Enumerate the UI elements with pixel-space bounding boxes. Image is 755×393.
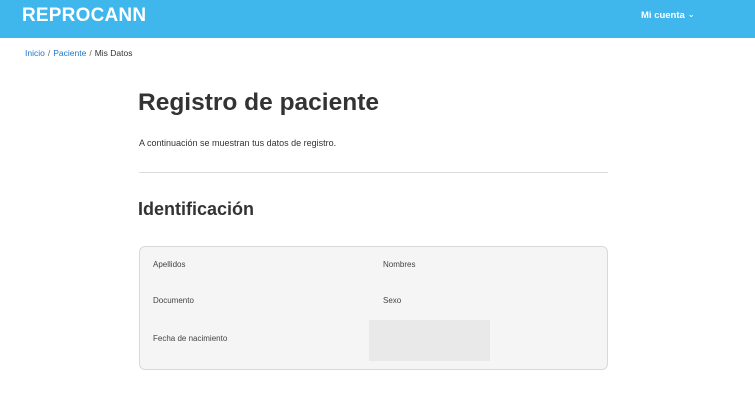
account-menu-button[interactable]: Mi cuenta ⌄	[641, 10, 695, 21]
breadcrumb-current: Mis Datos	[94, 48, 133, 58]
breadcrumb-inicio[interactable]: Inicio	[25, 48, 45, 58]
page-title: Registro de paciente	[138, 89, 379, 116]
brand-logo[interactable]: REPROCANN	[22, 5, 146, 27]
breadcrumb-separator: /	[47, 48, 51, 58]
section-title-identificacion: Identificación	[138, 199, 255, 219]
account-menu-label: Mi cuenta	[641, 10, 685, 21]
breadcrumb-paciente[interactable]: Paciente	[53, 48, 86, 58]
documento-label: Documento	[153, 296, 194, 305]
breadcrumb: Inicio / Paciente / Mis Datos	[25, 48, 132, 58]
fecha-nacimiento-label: Fecha de nacimiento	[153, 334, 228, 343]
sexo-label: Sexo	[383, 296, 402, 305]
chevron-down-icon: ⌄	[687, 10, 695, 19]
page-intro: A continuación se muestran tus datos de …	[139, 138, 337, 148]
top-navbar: REPROCANN Mi cuenta ⌄	[0, 0, 755, 38]
section-divider	[139, 172, 608, 173]
apellidos-label: Apellidos	[153, 260, 186, 269]
breadcrumb-separator: /	[89, 48, 92, 58]
nombres-label: Nombres	[383, 260, 416, 269]
redacted-value-block	[369, 320, 490, 361]
